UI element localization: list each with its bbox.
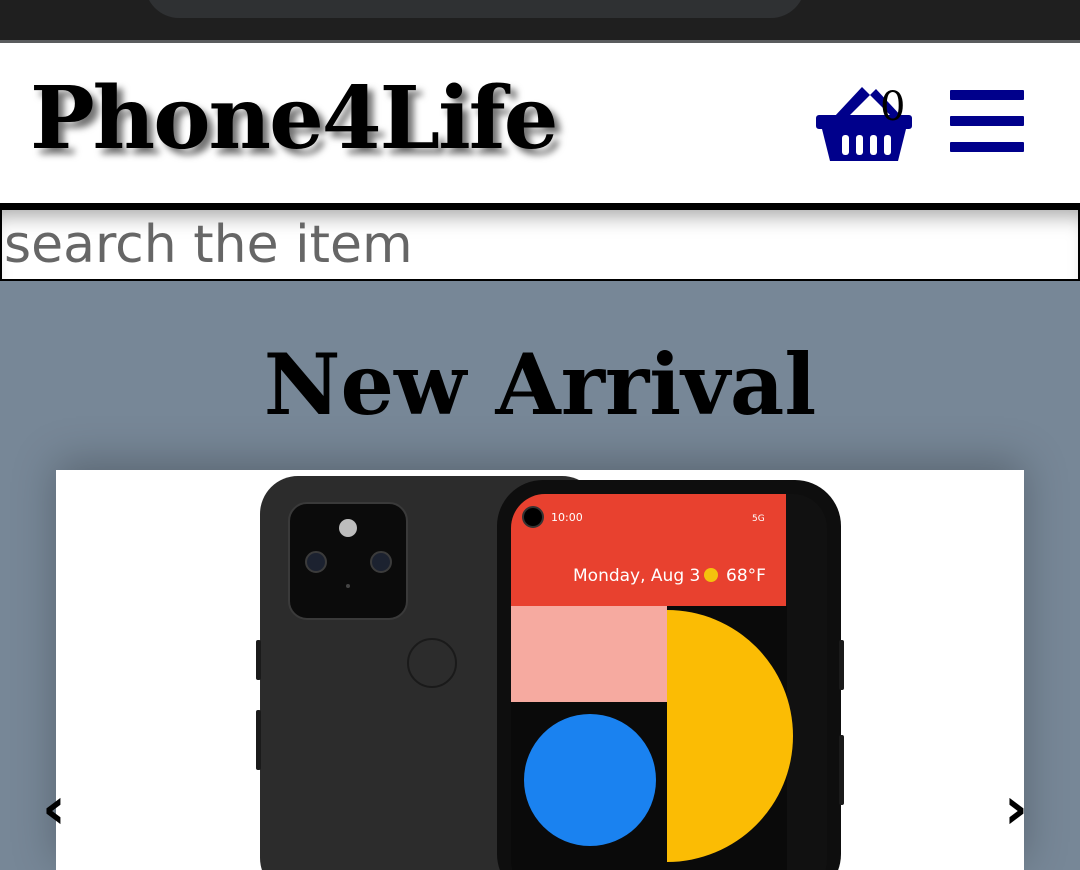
section-title: New Arrival — [263, 335, 817, 434]
menu-bar-bottom — [950, 142, 1024, 152]
product-carousel[interactable]: 10:00 5G Monday, Aug 3 68°F — [56, 470, 1024, 870]
chevron-right-icon[interactable]: › — [1004, 778, 1028, 838]
search-bar — [0, 208, 1080, 281]
cart-count-badge: 0 — [880, 84, 906, 130]
menu-bar-top — [950, 90, 1024, 100]
screen-time: 10:00 — [551, 511, 583, 524]
address-bar[interactable] — [145, 0, 805, 18]
chevron-left-icon[interactable]: ‹ — [42, 778, 66, 838]
screen-date: Monday, Aug 3 — [573, 566, 700, 586]
hamburger-menu-icon[interactable] — [948, 86, 1026, 156]
site-header: Phone4Life 0 — [0, 43, 1080, 203]
screen-network: 5G — [752, 514, 765, 524]
menu-bar-middle — [950, 116, 1024, 126]
phone-screen: 10:00 5G Monday, Aug 3 68°F — [511, 494, 827, 870]
browser-top-bar — [0, 0, 1080, 43]
product-image[interactable]: 10:00 5G Monday, Aug 3 68°F — [56, 470, 1024, 870]
screen-temperature: 68°F — [726, 566, 766, 586]
brand-logo[interactable]: Phone4Life — [30, 69, 558, 169]
search-input[interactable] — [4, 210, 1074, 279]
